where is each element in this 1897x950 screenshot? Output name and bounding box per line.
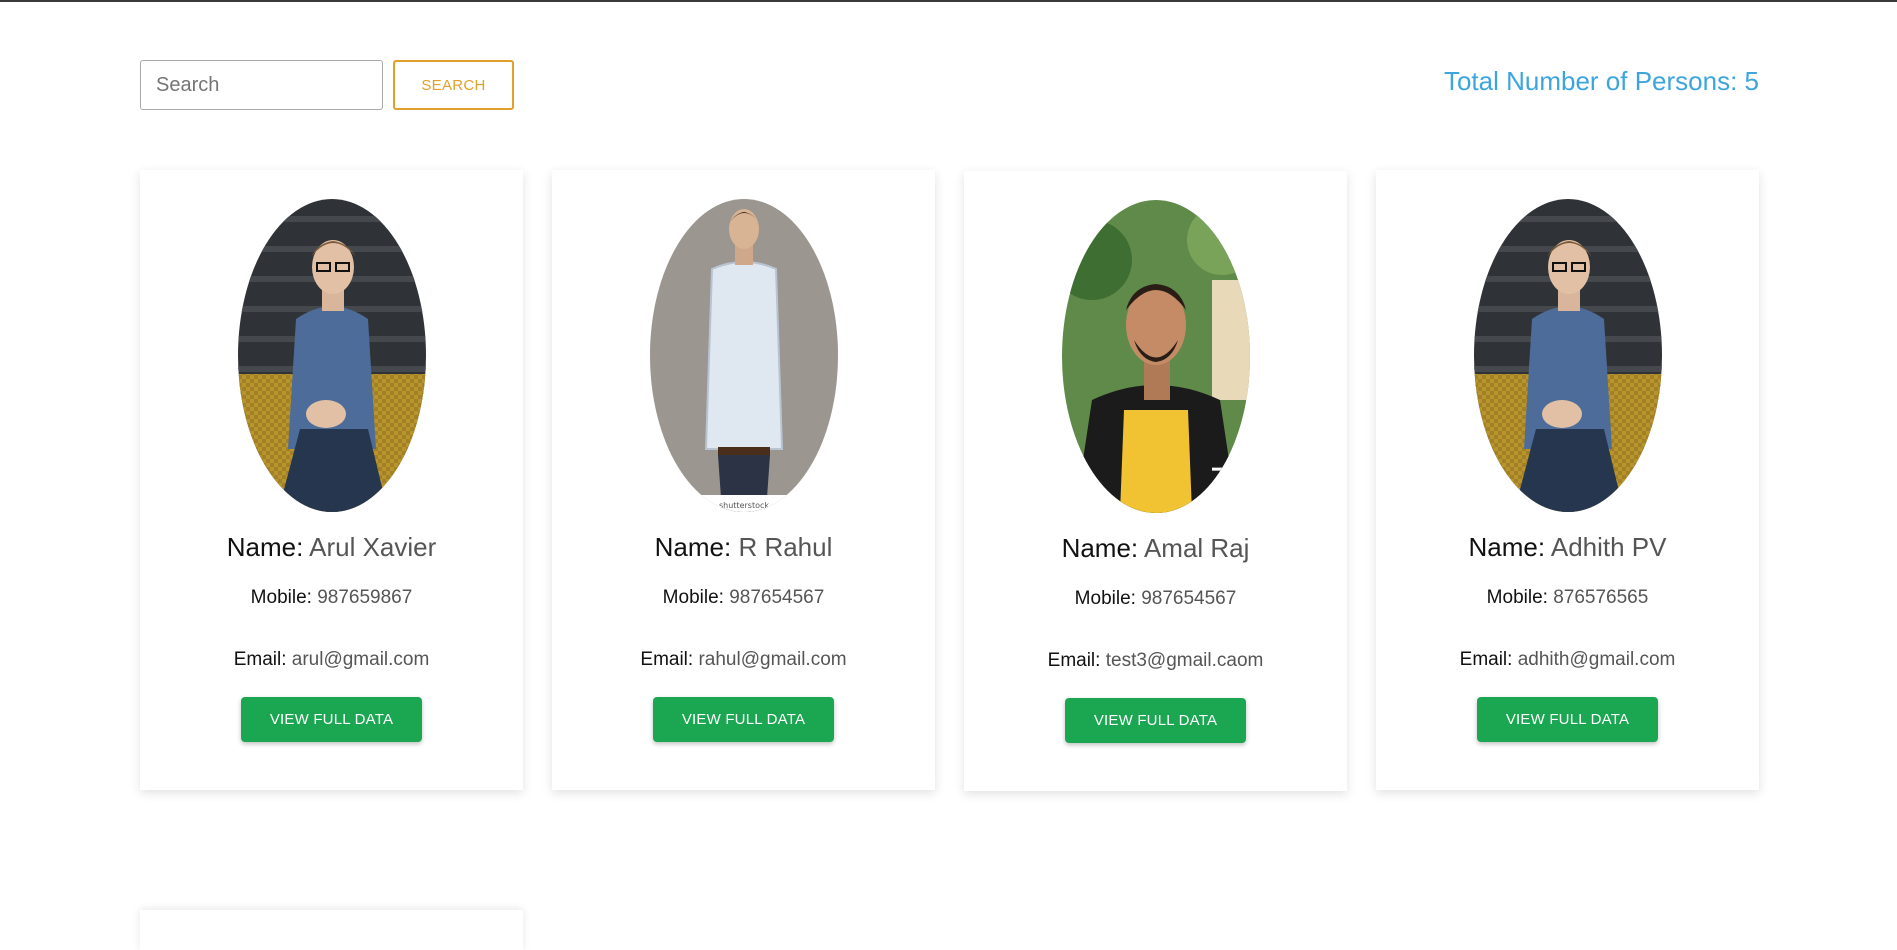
person-email: Email: adhith@gmail.com: [1460, 649, 1676, 671]
person-card: Name: Adhith PV Mobile: 876576565 Email:…: [1376, 170, 1759, 790]
email-label: Email:: [1047, 650, 1101, 671]
email-value: arul@gmail.com: [291, 649, 430, 670]
mobile-value: 876576565: [1553, 587, 1649, 608]
name-label: Name:: [226, 532, 304, 562]
person-mobile: Mobile: 987654567: [663, 587, 825, 609]
view-full-data-button[interactable]: VIEW FULL DATA: [1477, 697, 1658, 742]
person-email: Email: test3@gmail.caom: [1048, 650, 1264, 672]
email-label: Email:: [1459, 649, 1513, 670]
person-card-grid: Name: Arul Xavier Mobile: 987659867 Emai…: [140, 170, 1759, 791]
person-card: YOR Name: Amal Raj Mobile: 987654567 Ema…: [964, 171, 1347, 791]
email-value: rahul@gmail.com: [698, 649, 847, 670]
view-full-data-button[interactable]: VIEW FULL DATA: [653, 697, 834, 742]
total-persons-count: Total Number of Persons: 5: [1443, 66, 1759, 96]
email-value: test3@gmail.caom: [1105, 650, 1264, 671]
person-mobile: Mobile: 876576565: [1487, 587, 1649, 609]
person-photo: YOR: [1061, 200, 1250, 513]
mobile-label: Mobile:: [250, 587, 312, 608]
view-full-data-button[interactable]: VIEW FULL DATA: [241, 697, 422, 742]
name-value: R Rahul: [738, 532, 833, 562]
email-label: Email:: [640, 649, 694, 670]
top-border: [0, 0, 1897, 2]
mobile-value: 987654567: [1141, 588, 1237, 609]
person-name: Name: Amal Raj: [1062, 533, 1250, 564]
person-card-partial: [140, 910, 523, 950]
name-label: Name:: [654, 532, 732, 562]
mobile-value: 987659867: [317, 587, 413, 608]
svg-text:YOR: YOR: [1204, 459, 1239, 513]
mobile-label: Mobile:: [1074, 588, 1136, 609]
person-name: Name: R Rahul: [655, 532, 833, 563]
email-value: adhith@gmail.com: [1517, 649, 1676, 670]
name-value: Arul Xavier: [309, 532, 437, 562]
person-photo: [1473, 199, 1662, 512]
name-value: Adhith PV: [1550, 532, 1667, 562]
person-mobile: Mobile: 987659867: [251, 587, 413, 609]
name-label: Name:: [1061, 533, 1139, 563]
name-value: Amal Raj: [1143, 533, 1250, 563]
person-name: Name: Arul Xavier: [227, 532, 437, 563]
person-email: Email: rahul@gmail.com: [640, 649, 846, 671]
search-bar: SEARCH: [140, 60, 514, 110]
person-photo: shutterstock: [649, 199, 838, 512]
person-card: shutterstock Name: R Rahul Mobile: 98765…: [552, 170, 935, 790]
mobile-label: Mobile:: [1486, 587, 1548, 608]
search-input[interactable]: [140, 60, 383, 110]
person-email: Email: arul@gmail.com: [234, 649, 430, 671]
mobile-value: 987654567: [729, 587, 825, 608]
person-card: Name: Arul Xavier Mobile: 987659867 Emai…: [140, 170, 523, 790]
search-button[interactable]: SEARCH: [393, 60, 514, 110]
person-mobile: Mobile: 987654567: [1075, 588, 1237, 610]
mobile-label: Mobile:: [662, 587, 724, 608]
email-label: Email:: [233, 649, 287, 670]
person-name: Name: Adhith PV: [1468, 532, 1666, 563]
person-photo: [237, 199, 426, 512]
view-full-data-button[interactable]: VIEW FULL DATA: [1065, 698, 1246, 743]
name-label: Name:: [1468, 532, 1546, 562]
svg-text:shutterstock: shutterstock: [718, 501, 768, 510]
